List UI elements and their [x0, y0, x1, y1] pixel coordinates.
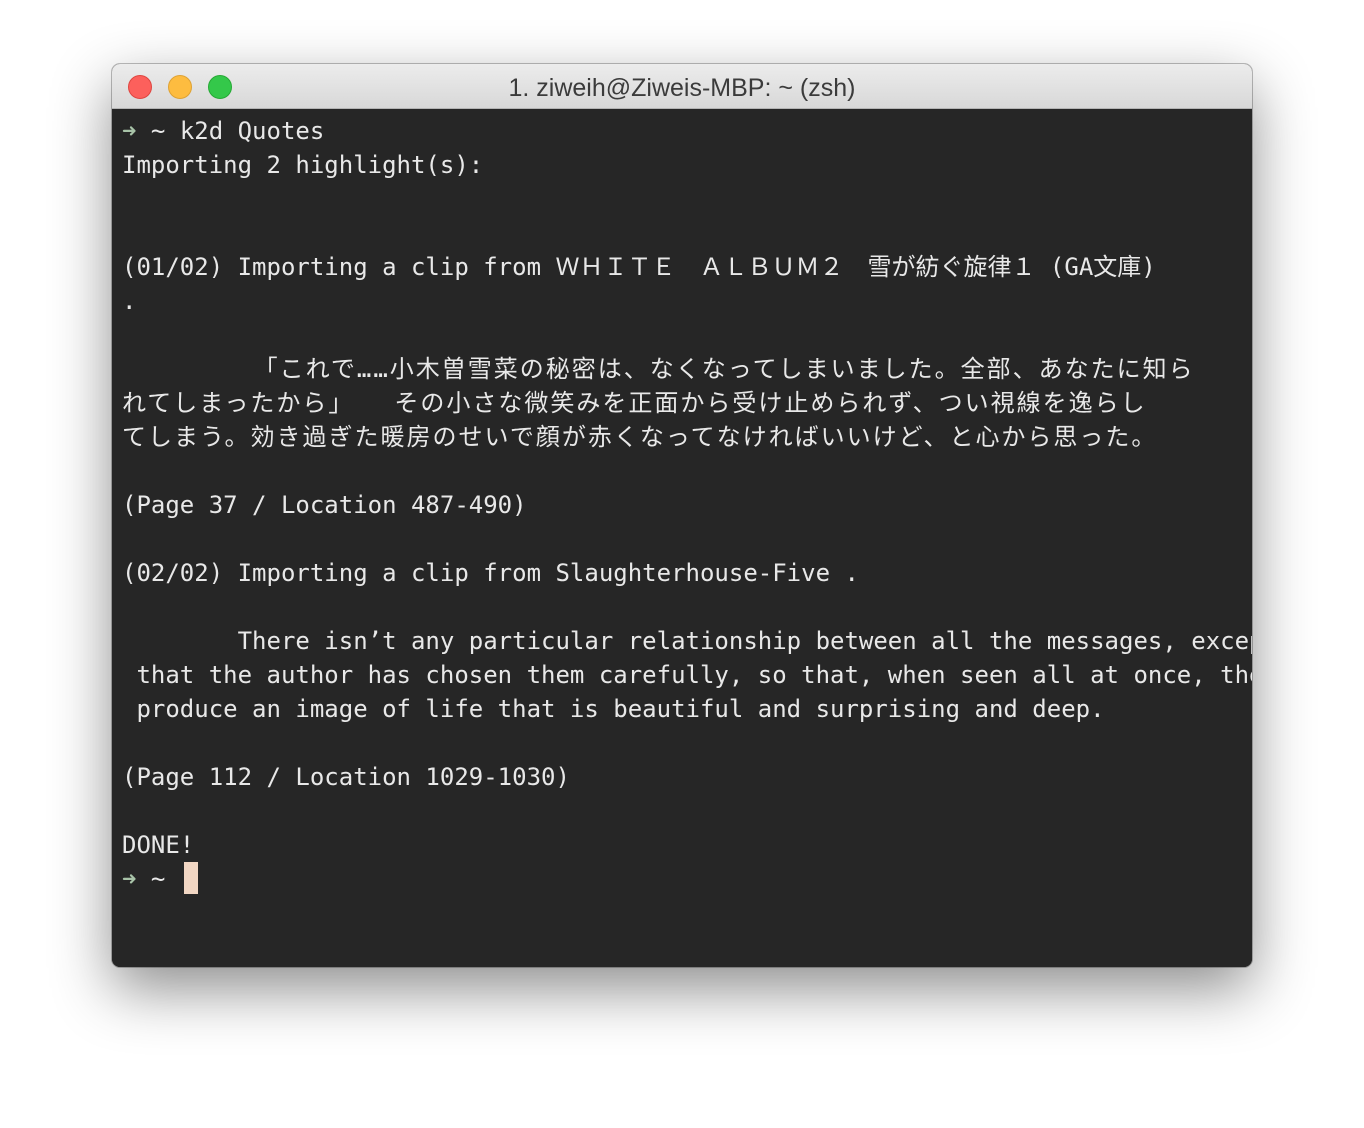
prompt-arrow-icon: ➜ [122, 865, 137, 893]
output-line-clip2-location: (Page 112 / Location 1029-1030) [122, 763, 570, 791]
output-line-clip1-quote-2: れてしまったから」 その小さな微笑みを正面から受け止められず、つい視線を逸らし [122, 389, 1147, 417]
text-cursor [183, 862, 198, 894]
output-line-importing: Importing 2 highlight(s): [122, 151, 484, 179]
title-bar[interactable]: 1. ziweih@Ziweis-MBP: ~ (zsh) [112, 64, 1252, 109]
output-line-clip1-quote-3: てしまう。効き過ぎた暖房のせいで顔が赤くなってなければいいけど、と心から思った。 [122, 423, 1158, 451]
output-line-done: DONE! [122, 831, 195, 859]
prompt-directory: ~ [136, 865, 180, 893]
command-line: ➜ ~ k2d Quotes [122, 114, 324, 148]
terminal-window: 1. ziweih@Ziweis-MBP: ~ (zsh) ➜ ~ k2d Qu… [112, 64, 1252, 967]
output-line-clip2-quote-3: produce an image of life that is beautif… [122, 695, 1105, 723]
output-line-clip2-quote-2: that the author has chosen them carefull… [122, 661, 1252, 689]
output-line-clip1-header: (01/02) Importing a clip from ＷＨＩＴＥ ＡＬＢＵ… [122, 253, 1156, 281]
output-line-clip1-dot: . [122, 287, 137, 315]
output-line-clip1-quote-1: 「これで……小木曽雪菜の秘密は、なくなってしまいました。全部、あなたに知ら [122, 355, 1195, 383]
output-line-clip1-location: (Page 37 / Location 487-490) [122, 491, 527, 519]
current-prompt-line[interactable]: ➜ ~ [122, 862, 198, 896]
prompt-directory: ~ [136, 117, 180, 145]
window-title: 1. ziweih@Ziweis-MBP: ~ (zsh) [508, 74, 856, 102]
terminal-output[interactable]: ➜ ~ k2d Quotes Importing 2 highlight(s):… [112, 110, 1252, 967]
output-line-clip2-header: (02/02) Importing a clip from Slaughterh… [122, 559, 859, 587]
command-text: k2d Quotes [179, 117, 325, 145]
prompt-arrow-icon: ➜ [122, 117, 137, 145]
output-line-clip2-quote-1: There isn’t any particular relationship … [122, 627, 1252, 655]
